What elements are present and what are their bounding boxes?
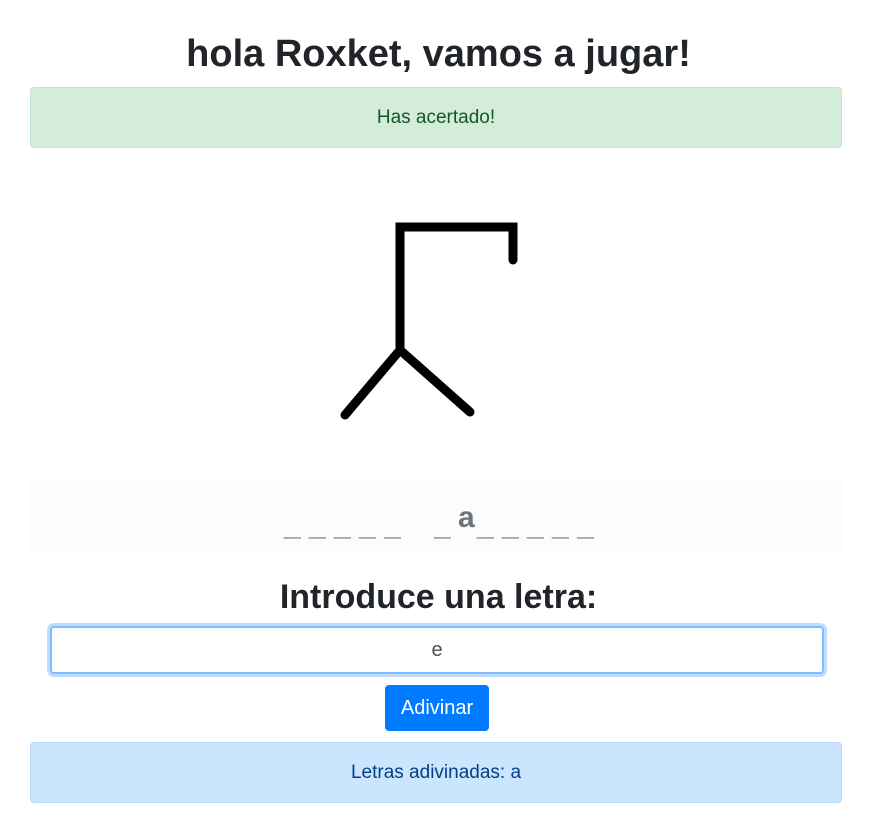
word-blank: _ bbox=[434, 509, 451, 542]
letter-prompt: Introduce una letra: bbox=[279, 578, 598, 616]
word-revealed-letter: a bbox=[458, 501, 475, 534]
letter-input[interactable] bbox=[50, 626, 824, 674]
result-alert: Has acertado! bbox=[30, 87, 842, 148]
word-blanks-second: _ _ _ _ _ bbox=[477, 509, 594, 542]
gallows bbox=[395, 222, 518, 355]
game-page: hola Roxket, vamos a jugar! Has acertado… bbox=[0, 0, 877, 836]
guess-button[interactable]: Adivinar bbox=[385, 685, 489, 731]
gallows-base-left bbox=[340, 345, 405, 420]
guessed-letters-alert: Letras adivinadas: a bbox=[30, 742, 842, 803]
guessed-letters-text: Letras adivinadas: a bbox=[350, 761, 522, 783]
hangman-drawing bbox=[340, 222, 518, 420]
gallows-base-right bbox=[395, 345, 475, 417]
word-display: _ _ _ _ _ _ a _ _ _ _ _ bbox=[30, 479, 842, 553]
page-title: hola Roxket, vamos a jugar! bbox=[186, 33, 691, 75]
result-alert-text: Has acertado! bbox=[376, 106, 496, 128]
word-blanks-first: _ _ _ _ _ bbox=[284, 509, 401, 542]
